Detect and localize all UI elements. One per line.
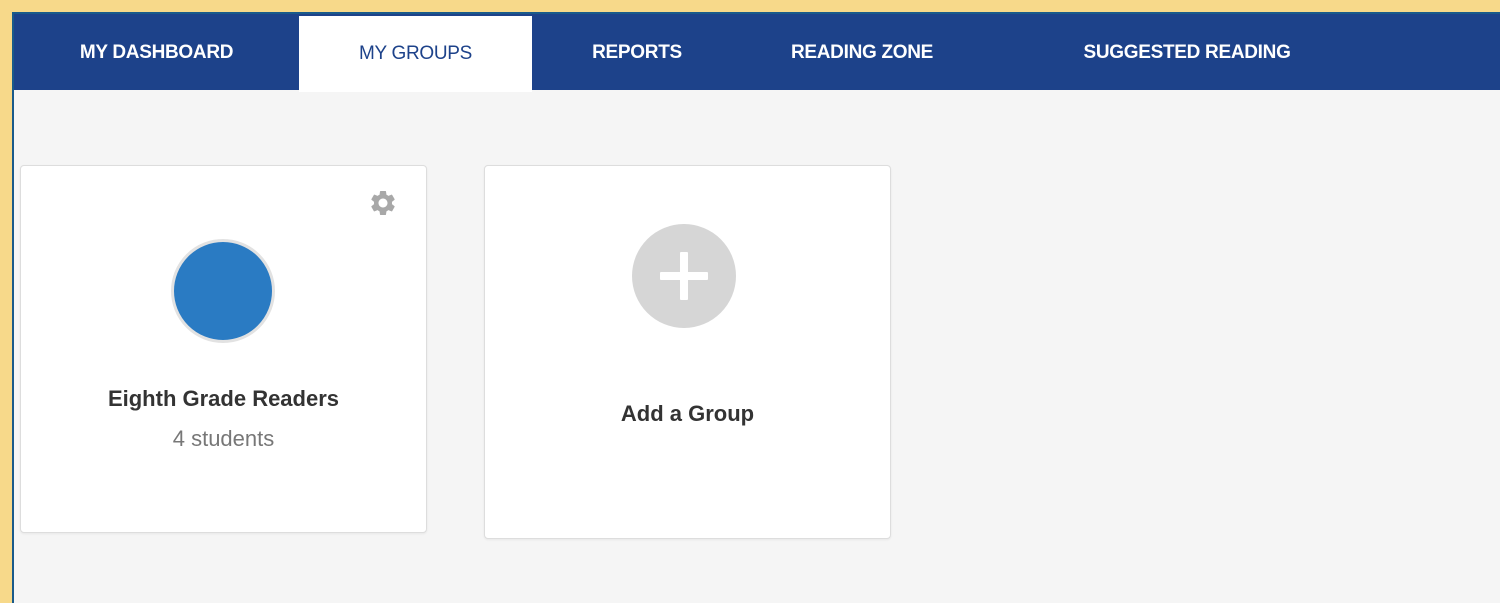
app-frame: MY DASHBOARD MY GROUPS REPORTS READING Z…	[12, 12, 1500, 603]
group-name[interactable]: Eighth Grade Readers	[21, 386, 426, 412]
tab-reading-zone[interactable]: READING ZONE	[742, 14, 982, 92]
group-student-count: 4 students	[172, 426, 275, 451]
add-group-label: Add a Group	[620, 401, 755, 426]
tab-reports[interactable]: REPORTS	[532, 14, 742, 92]
tab-suggested-reading[interactable]: SUGGESTED READING	[982, 14, 1392, 92]
plus-icon	[632, 224, 736, 328]
main-nav: MY DASHBOARD MY GROUPS REPORTS READING Z…	[14, 12, 1500, 92]
tab-my-dashboard[interactable]: MY DASHBOARD	[14, 14, 299, 92]
tab-my-groups[interactable]: MY GROUPS	[299, 16, 532, 92]
group-card[interactable]: Eighth Grade Readers 4 students	[20, 165, 427, 533]
group-avatar	[171, 239, 275, 343]
gear-icon[interactable]	[368, 188, 398, 218]
add-group-card[interactable]: Add a Group	[484, 165, 891, 539]
